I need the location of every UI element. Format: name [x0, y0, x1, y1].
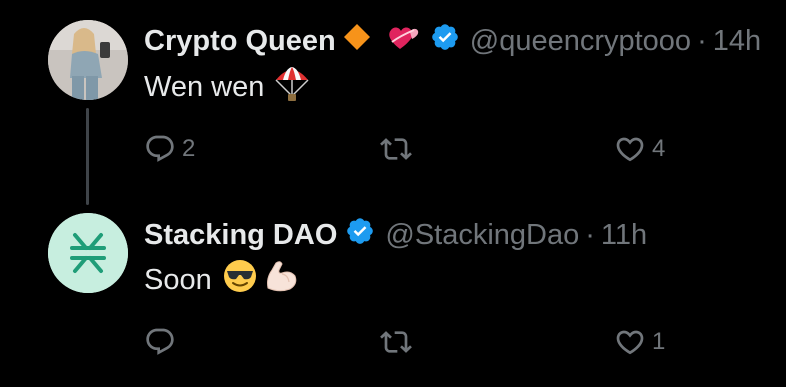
tweet-header: Crypto Queen @queencryptooo · 14h: [144, 21, 761, 61]
heart-icon: [616, 137, 644, 162]
retweet-icon: [380, 331, 412, 353]
reply-count: 2: [182, 135, 196, 162]
like-button[interactable]: 4: [614, 129, 665, 169]
like-count: 4: [652, 135, 666, 162]
tweet-text-content: Wen wen: [144, 70, 265, 103]
verified-badge-icon[interactable]: [430, 22, 460, 60]
retweet-button[interactable]: [380, 322, 418, 362]
display-name[interactable]: Stacking DAO: [144, 219, 337, 252]
tweet-text-content: Soon: [144, 263, 212, 296]
tweet-text: Wen wen: [144, 64, 310, 110]
orange-diamond-icon: [342, 22, 372, 60]
stacks-logo-icon: [48, 213, 128, 293]
reply-button[interactable]: [144, 322, 182, 362]
separator-dot: ·: [585, 218, 595, 251]
reply-icon: [146, 135, 174, 162]
heart-with-ribbon-icon: [386, 22, 422, 60]
separator-dot: ·: [697, 24, 707, 57]
verified-badge-icon[interactable]: [345, 216, 375, 254]
heart-icon: [616, 330, 644, 355]
tweet-crypto-queen[interactable]: Crypto Queen @queencryptooo · 14h Wen we…: [0, 0, 786, 195]
avatar[interactable]: [48, 20, 128, 100]
user-handle[interactable]: @queencryptooo: [470, 25, 691, 58]
tweet-actions: 2 4: [144, 129, 704, 169]
tweet-text: Soon: [144, 258, 300, 302]
timestamp[interactable]: 14h: [713, 25, 761, 58]
like-count: 1: [652, 328, 666, 355]
user-handle[interactable]: @StackingDao: [385, 219, 579, 252]
parachute-icon: [274, 64, 310, 110]
retweet-button[interactable]: [380, 129, 418, 169]
avatar-photo-icon: [48, 20, 128, 100]
tweet-header: Stacking DAO @StackingDao · 11h: [144, 215, 647, 255]
flexed-biceps-icon: [262, 258, 300, 302]
timestamp[interactable]: 11h: [601, 219, 647, 252]
tweet-actions: 1: [144, 322, 704, 362]
like-button[interactable]: 1: [614, 322, 665, 362]
display-name[interactable]: Crypto Queen: [144, 25, 336, 58]
retweet-icon: [380, 138, 412, 160]
reply-icon: [146, 328, 174, 355]
reply-button[interactable]: 2: [144, 129, 195, 169]
tweet-stacking-dao[interactable]: Stacking DAO @StackingDao · 11h Soon 1: [0, 195, 786, 387]
sunglasses-face-icon: [222, 258, 258, 302]
avatar[interactable]: [48, 213, 128, 293]
